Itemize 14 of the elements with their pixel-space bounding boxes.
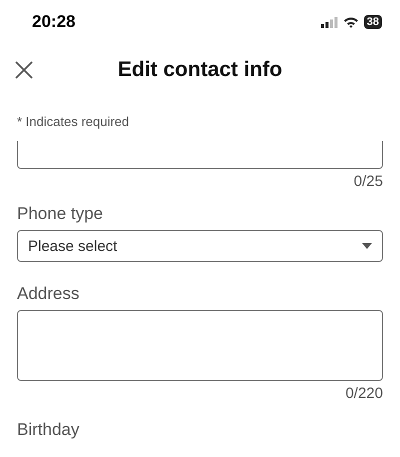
character-counter: 0/220 (344, 385, 383, 402)
signal-icon (320, 16, 338, 28)
field-label: Birthday (17, 420, 80, 440)
character-counter: 0/25 (352, 173, 383, 190)
field-label: Phone type (17, 204, 104, 224)
phone-type-select[interactable]: Please select (17, 230, 383, 262)
caret-icon (362, 243, 372, 249)
battery-level: 38 (364, 15, 382, 29)
address-field[interactable] (17, 310, 383, 381)
status-time: 20:28 (32, 12, 76, 32)
page-title: Edit contact info (118, 58, 282, 82)
wifi-icon (342, 16, 359, 28)
field-label: Address (17, 284, 80, 304)
required-note: * Indicates required (16, 113, 130, 129)
